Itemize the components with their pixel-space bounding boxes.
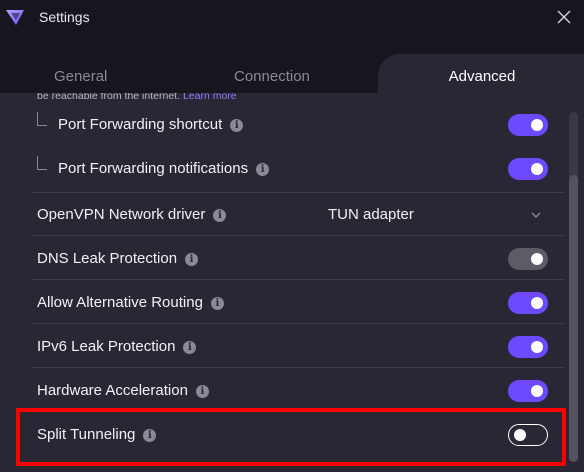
toggle-knob <box>531 341 543 353</box>
alternative-routing-toggle[interactable] <box>508 292 548 314</box>
scrollbar-track[interactable] <box>569 112 578 462</box>
description-fragment: be reachable from the internet. <box>37 93 181 102</box>
divider <box>32 323 564 324</box>
setting-label: DNS Leak Protection <box>37 250 178 267</box>
divider <box>32 192 564 193</box>
toggle-knob <box>531 253 543 265</box>
setting-label: OpenVPN Network driver <box>37 206 206 223</box>
divider <box>32 279 564 280</box>
info-icon[interactable]: i <box>185 253 199 266</box>
ipv6-leak-protection-toggle[interactable] <box>508 336 548 358</box>
toggle-knob <box>531 119 543 131</box>
info-icon[interactable]: i <box>230 119 244 132</box>
sub-setting-connector <box>37 112 47 126</box>
tab-connection[interactable]: Connection <box>234 68 310 85</box>
dns-leak-protection-toggle[interactable] <box>508 248 548 270</box>
setting-label: Port Forwarding shortcut <box>58 116 223 133</box>
port-forwarding-shortcut-toggle[interactable] <box>508 114 548 136</box>
toggle-knob <box>531 163 543 175</box>
learn-more-link[interactable]: Learn more <box>183 93 237 102</box>
chevron-down-icon[interactable] <box>530 211 542 219</box>
title-bar: Settings <box>0 0 584 36</box>
toggle-knob <box>531 297 543 309</box>
toggle-knob <box>531 385 543 397</box>
info-icon[interactable]: i <box>195 385 209 398</box>
hardware-acceleration-toggle[interactable] <box>508 380 548 402</box>
divider <box>32 235 564 236</box>
scrollbar-thumb[interactable] <box>569 175 578 462</box>
tab-general[interactable]: General <box>54 68 107 85</box>
description-text: be reachable from the internet. Learn mo… <box>37 93 237 102</box>
highlight-box <box>16 408 566 466</box>
setting-label: Allow Alternative Routing <box>37 294 203 311</box>
setting-label: Hardware Acceleration <box>37 382 188 399</box>
openvpn-driver-select[interactable]: TUN adapter <box>328 206 414 223</box>
info-icon[interactable]: i <box>210 297 224 310</box>
sub-setting-connector <box>37 156 47 170</box>
proton-vpn-logo-icon <box>6 10 24 25</box>
setting-label: Port Forwarding notifications <box>58 160 249 177</box>
close-icon[interactable] <box>556 9 572 25</box>
setting-label: IPv6 Leak Protection <box>37 338 176 355</box>
tab-advanced[interactable]: Advanced <box>378 54 584 93</box>
divider <box>32 367 564 368</box>
info-icon[interactable]: i <box>183 341 197 354</box>
tab-bar: General Connection Advanced <box>0 36 584 93</box>
info-icon[interactable]: i <box>213 209 227 222</box>
port-forwarding-notifications-toggle[interactable] <box>508 158 548 180</box>
window-title: Settings <box>39 9 90 25</box>
info-icon[interactable]: i <box>256 163 270 176</box>
